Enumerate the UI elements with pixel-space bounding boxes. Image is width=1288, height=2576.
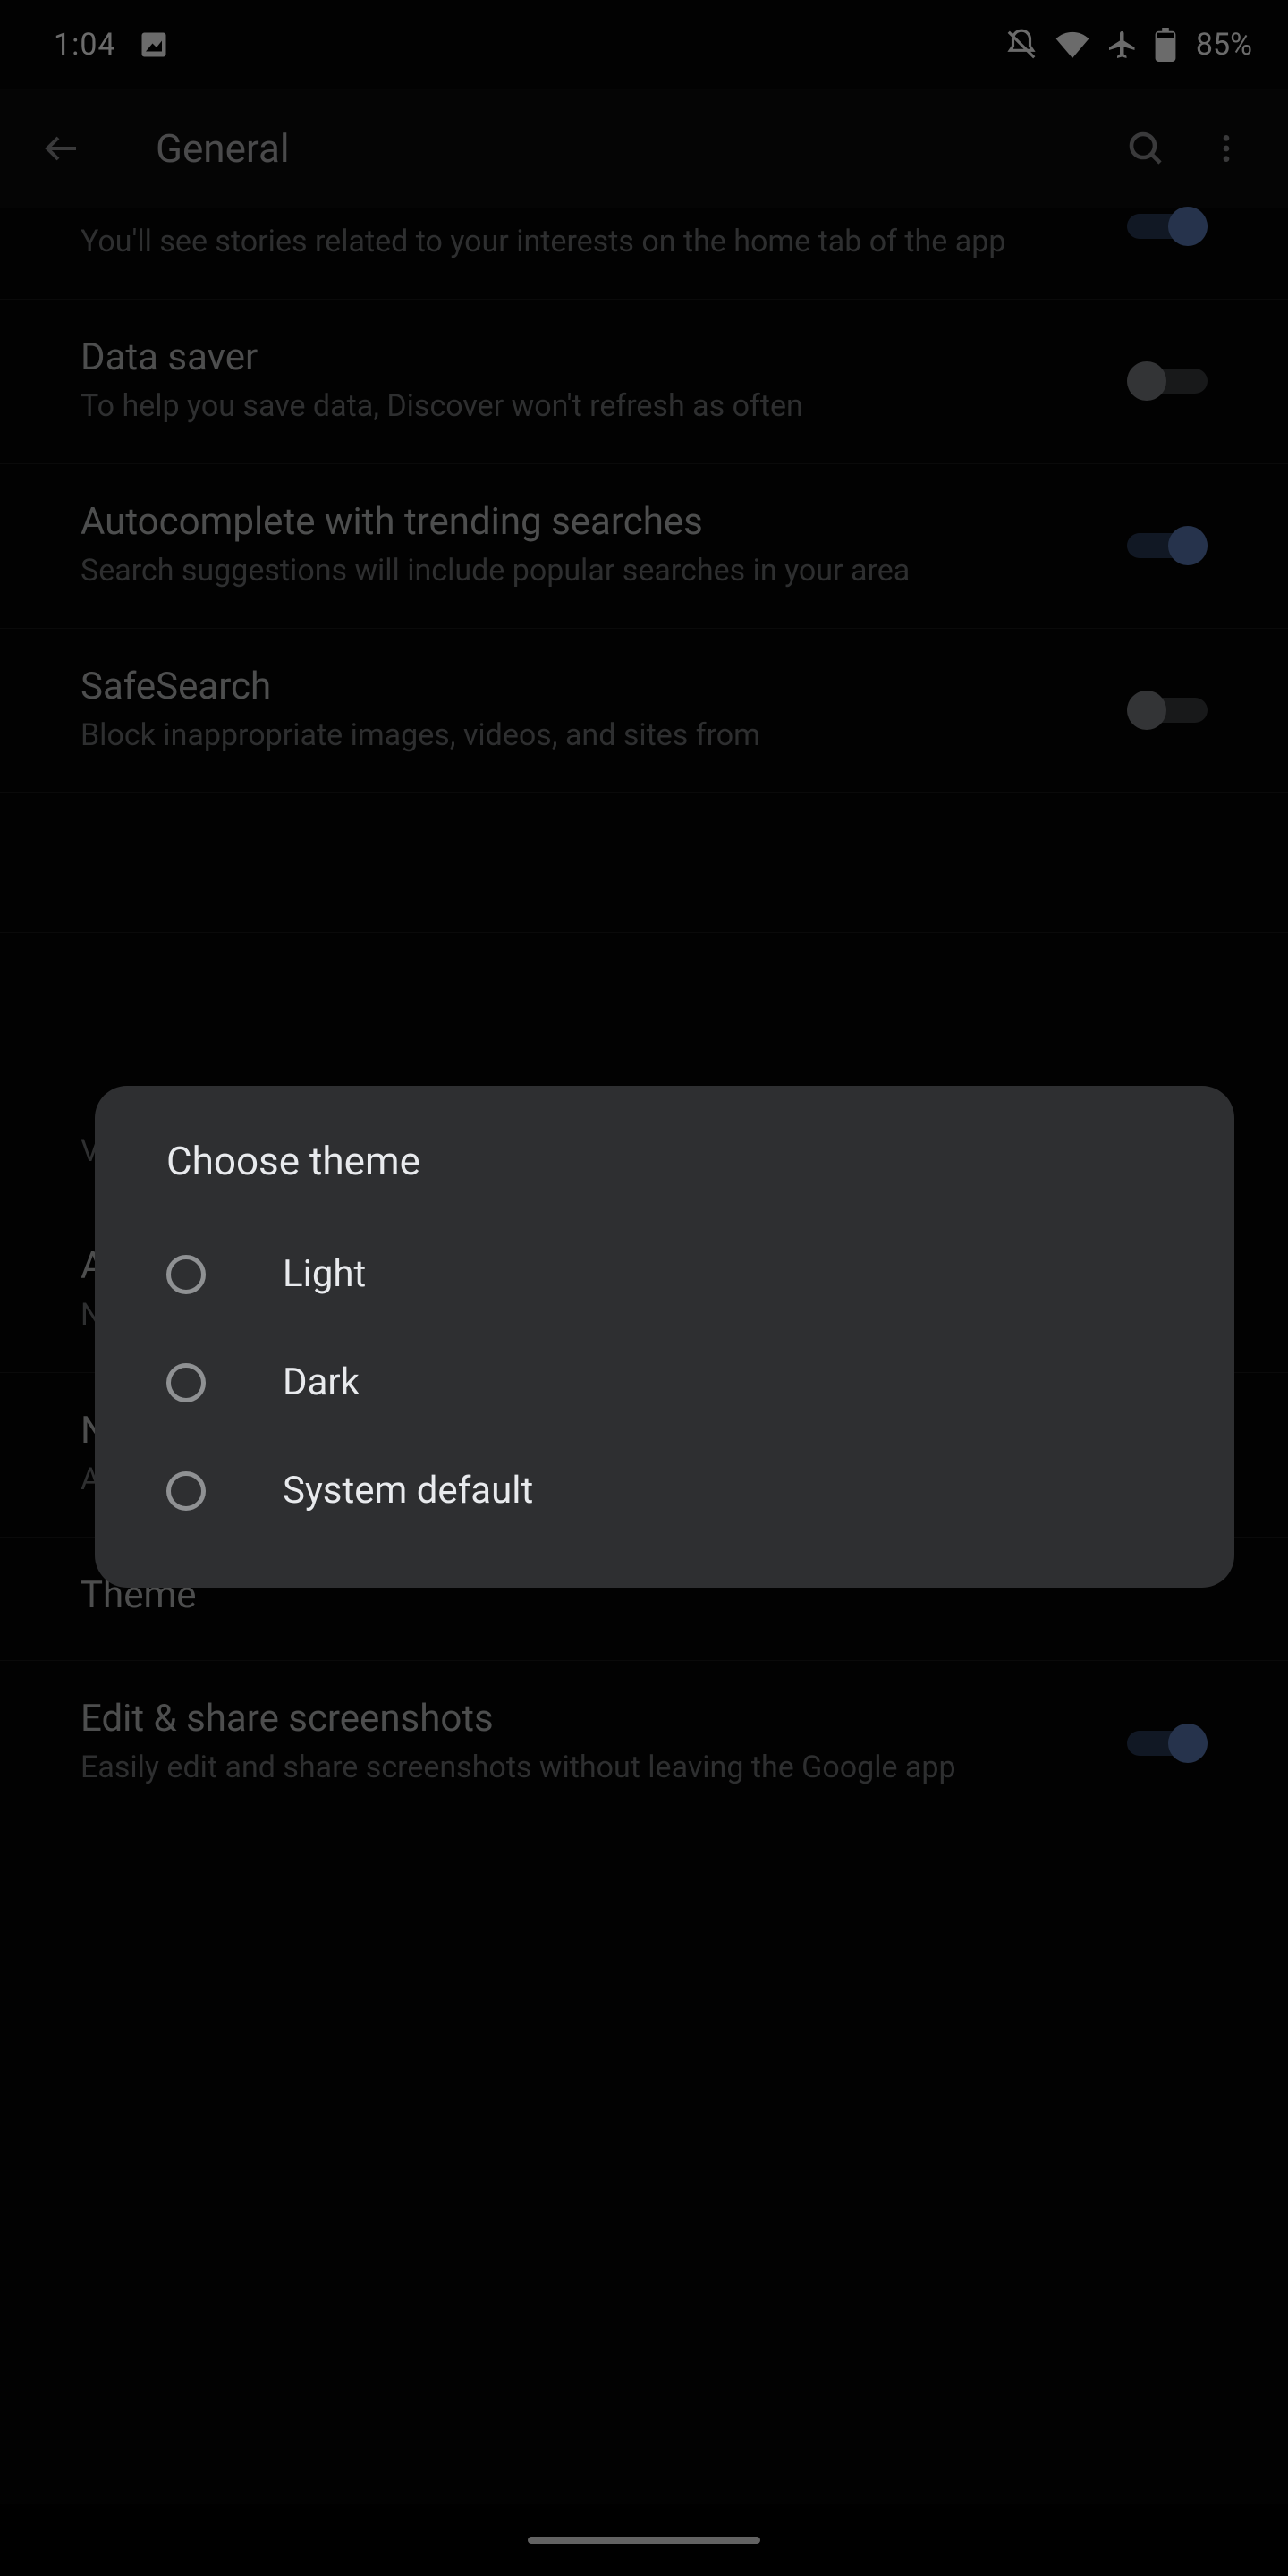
radio-icon — [166, 1255, 206, 1294]
theme-option-system[interactable]: System default — [95, 1436, 1234, 1545]
radio-icon — [166, 1363, 206, 1402]
dialog-title: Choose theme — [95, 1129, 1234, 1220]
theme-option-dark[interactable]: Dark — [95, 1328, 1234, 1436]
theme-dialog: Choose theme Light Dark System default — [95, 1086, 1234, 1588]
radio-label: Light — [283, 1252, 366, 1296]
theme-option-light[interactable]: Light — [95, 1220, 1234, 1328]
radio-label: System default — [283, 1469, 533, 1513]
radio-icon — [166, 1471, 206, 1511]
radio-label: Dark — [283, 1360, 360, 1404]
